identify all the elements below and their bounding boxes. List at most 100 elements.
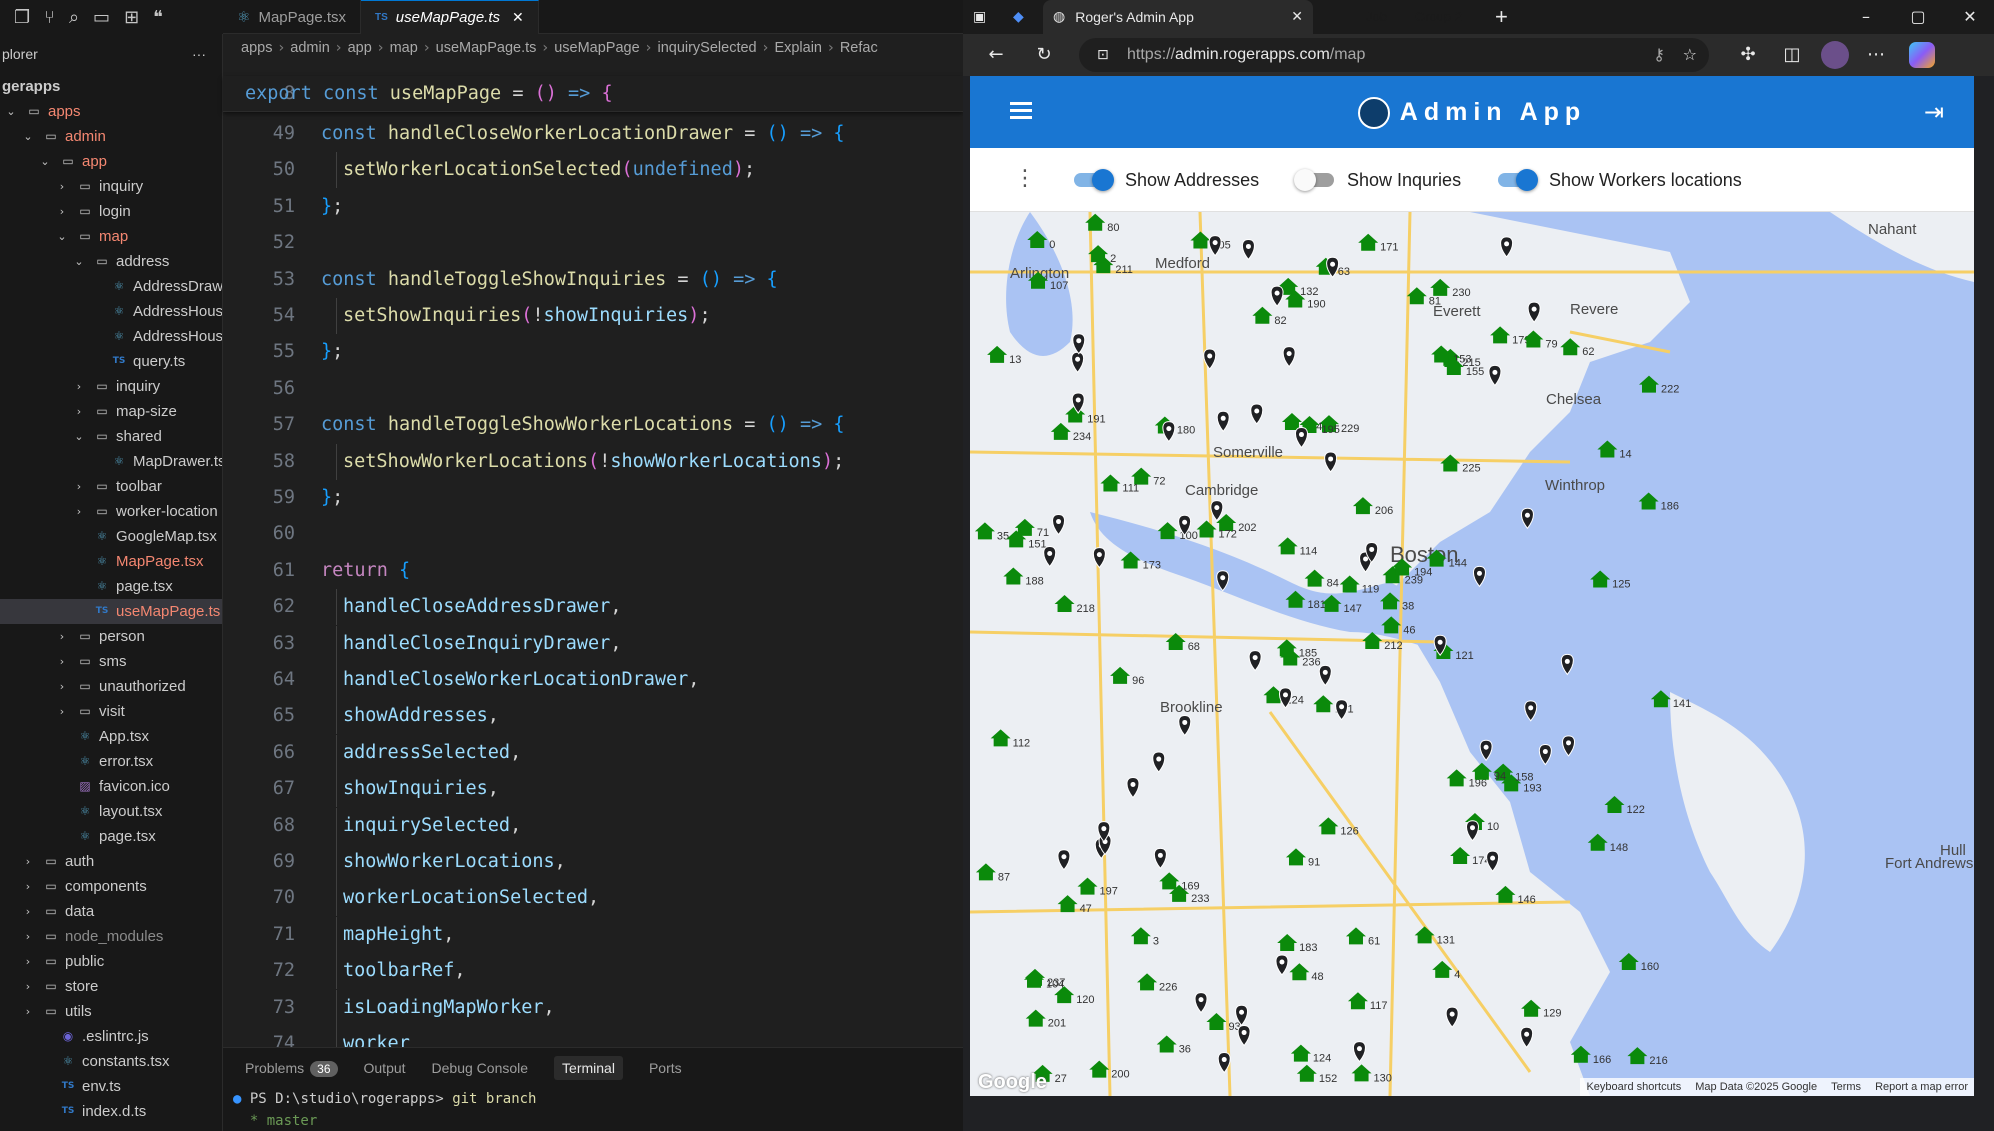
chevron-right-icon[interactable]: › (72, 474, 86, 499)
chevron-right-icon[interactable]: › (21, 974, 35, 999)
search-icon[interactable]: ⌕ (69, 7, 79, 28)
new-tab-button[interactable]: + (1495, 0, 1508, 34)
tree-file[interactable]: ⚛ GoogleMap.tsx (0, 524, 222, 549)
tree-file[interactable]: ◉ .eslintrc.js (0, 1024, 222, 1049)
chevron-right-icon[interactable]: › (55, 674, 69, 699)
chevron-right-icon[interactable]: › (21, 999, 35, 1024)
tree-file[interactable]: ⚛ constants.tsx (0, 1049, 222, 1074)
chevron-down-icon[interactable]: ⌄ (72, 249, 86, 274)
address-bar[interactable]: ⊡ https://admin.rogerapps.com/map ⚷ ☆ (1079, 38, 1709, 72)
tree-folder[interactable]: › ▭ map-size (0, 399, 222, 424)
chevron-right-icon[interactable]: › (21, 849, 35, 874)
split-screen-icon[interactable]: ◫ (1779, 42, 1805, 68)
tree-folder[interactable]: › ▭ person (0, 624, 222, 649)
close-tab-icon[interactable]: ✕ (1291, 9, 1303, 25)
tree-folder[interactable]: › ▭ visit (0, 699, 222, 724)
more-menu-icon[interactable]: ⋯ (1863, 42, 1889, 68)
tree-file[interactable]: ⚛ MapPage.tsx (0, 549, 222, 574)
tab-ports[interactable]: Ports (649, 1060, 682, 1076)
tree-file[interactable]: ⚛ AddressHouse... (0, 324, 222, 349)
refresh-icon[interactable]: ↻ (1031, 42, 1057, 68)
terms-link[interactable]: Terms (1831, 1081, 1861, 1093)
tab-group-job[interactable]: Job (1360, 6, 1393, 28)
tree-folder[interactable]: ⌄ ▭ apps (0, 99, 222, 124)
tab-output[interactable]: Output (364, 1060, 406, 1076)
tree-file[interactable]: ⚛ AddressDrawe... (0, 274, 222, 299)
chevron-right-icon[interactable]: › (72, 499, 86, 524)
chevron-right-icon[interactable]: › (55, 174, 69, 199)
tree-file[interactable]: TS index.d.ts (0, 1099, 222, 1124)
maximize-icon[interactable]: ▢ (1895, 0, 1941, 34)
tree-folder[interactable]: › ▭ toolbar (0, 474, 222, 499)
chevron-down-icon[interactable]: ⌄ (38, 149, 52, 174)
toggle-show-workers-locations[interactable] (1496, 168, 1540, 192)
key-icon[interactable]: ⚷ (1653, 38, 1665, 72)
tree-folder[interactable]: › ▭ unauthorized (0, 674, 222, 699)
tree-folder[interactable]: › ▭ worker-location (0, 499, 222, 524)
tree-folder[interactable]: › ▭ store (0, 974, 222, 999)
breadcrumb-item[interactable]: app (348, 40, 372, 56)
toggle-show-addresses[interactable] (1072, 168, 1116, 192)
tab-terminal[interactable]: Terminal (554, 1056, 623, 1080)
breadcrumb-item[interactable]: Refac (840, 40, 878, 56)
tree-folder[interactable]: ⌄ ▭ map (0, 224, 222, 249)
explorer-more-icon[interactable]: ··· (192, 46, 206, 62)
tree-folder[interactable]: › ▭ node_modules (0, 924, 222, 949)
chevron-right-icon[interactable]: › (55, 699, 69, 724)
chevron-down-icon[interactable]: ⌄ (4, 99, 18, 124)
tree-folder[interactable]: › ▭ components (0, 874, 222, 899)
source-control-icon[interactable]: ⑂ (44, 7, 55, 28)
breadcrumb-item[interactable]: apps (241, 40, 272, 56)
chevron-right-icon[interactable]: › (21, 949, 35, 974)
tab-usemappage[interactable]: TS useMapPage.ts ✕ (361, 0, 539, 34)
chevron-right-icon[interactable]: › (55, 649, 69, 674)
copilot-icon[interactable] (1909, 42, 1935, 68)
tree-folder[interactable]: ⌄ ▭ address (0, 249, 222, 274)
tree-folder[interactable]: › ▭ data (0, 899, 222, 924)
keyboard-shortcuts-link[interactable]: Keyboard shortcuts (1586, 1081, 1681, 1093)
tab-group-2[interactable]: Group 2 (1409, 6, 1468, 28)
extensions-icon[interactable]: ⊞ (124, 7, 139, 28)
chevron-down-icon[interactable]: ⌄ (21, 124, 35, 149)
tab-actions-icon[interactable]: ▣ (973, 0, 986, 34)
chevron-right-icon[interactable]: › (55, 624, 69, 649)
tree-folder[interactable]: ⌄ ▭ app (0, 149, 222, 174)
tree-file[interactable]: ⚛ page.tsx (0, 824, 222, 849)
tree-file[interactable]: TS env.ts (0, 1074, 222, 1099)
extensions-icon[interactable]: ✣ (1735, 42, 1761, 68)
tree-file[interactable]: ▨ favicon.ico (0, 774, 222, 799)
breadcrumb-item[interactable]: inquirySelected (657, 40, 756, 56)
tree-file[interactable]: ⚛ MapDrawer.tsx (0, 449, 222, 474)
back-icon[interactable]: ← (983, 42, 1009, 68)
favorite-star-icon[interactable]: ☆ (1683, 38, 1697, 72)
tree-folder[interactable]: ⌄ ▭ admin (0, 124, 222, 149)
tree-file[interactable]: gerapps (0, 74, 222, 99)
close-icon[interactable]: ✕ (512, 10, 524, 26)
chevron-right-icon[interactable]: › (55, 199, 69, 224)
chevron-right-icon[interactable]: › (72, 374, 86, 399)
tree-folder[interactable]: › ▭ inquiry (0, 374, 222, 399)
browser-tab-active[interactable]: ◍ Roger's Admin App ✕ (1043, 0, 1313, 34)
copilot-icon[interactable]: ❝ (153, 7, 163, 28)
tree-folder[interactable]: › ▭ utils (0, 999, 222, 1024)
tree-file[interactable]: ⚛ page.tsx (0, 574, 222, 599)
tree-folder[interactable]: › ▭ auth (0, 849, 222, 874)
toggle-show-inquiries[interactable] (1294, 168, 1338, 192)
toolbar-more-icon[interactable]: ⋮ (1014, 166, 1036, 191)
tree-folder[interactable]: ⌄ ▭ shared (0, 424, 222, 449)
close-window-icon[interactable]: ✕ (1947, 0, 1993, 34)
breadcrumb-item[interactable]: Explain (774, 40, 822, 56)
google-map[interactable]: NahantMedfordArlingtonEverettRevereChels… (970, 212, 1974, 1096)
files-icon[interactable]: ❐ (14, 7, 30, 28)
tree-file[interactable]: ⚛ error.tsx (0, 749, 222, 774)
tree-file[interactable]: ⚛ AddressHouse.... (0, 299, 222, 324)
tab-debug-console[interactable]: Debug Console (432, 1060, 529, 1076)
chevron-right-icon[interactable]: › (21, 899, 35, 924)
breadcrumb-item[interactable]: map (390, 40, 418, 56)
terminal[interactable]: ● PS D:\studio\rogerapps> git branch * m… (223, 1088, 963, 1131)
breadcrumb-item[interactable]: useMapPage (554, 40, 639, 56)
tree-file[interactable]: TS query.ts (0, 349, 222, 374)
breadcrumb-item[interactable]: admin (290, 40, 330, 56)
tree-folder[interactable]: › ▭ inquiry (0, 174, 222, 199)
chevron-down-icon[interactable]: ⌄ (72, 424, 86, 449)
